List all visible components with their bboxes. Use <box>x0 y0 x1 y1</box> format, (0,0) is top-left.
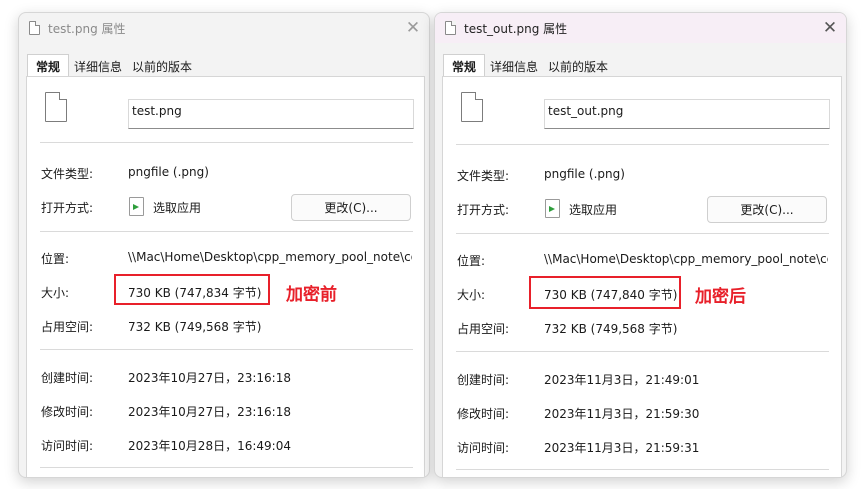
modified-value: 2023年10月27日，23:16:18 <box>128 405 291 419</box>
title-bar: test_out.png 属性 ✕ <box>435 13 846 43</box>
properties-dialog-left: test.png 属性 ✕ 常规 详细信息 以前的版本 文件类型: pngfil… <box>18 12 430 478</box>
size-on-disk-value: 732 KB (749,568 字节) <box>128 320 262 334</box>
accessed-label: 访问时间: <box>41 439 94 453</box>
annotation-before-encryption: 加密前 <box>286 285 337 305</box>
document-icon <box>29 21 40 35</box>
size-label: 大小: <box>457 288 486 302</box>
filename-input[interactable] <box>128 99 414 129</box>
app-launch-icon <box>129 197 144 216</box>
divider <box>40 231 413 232</box>
open-with-label: 打开方式: <box>457 203 510 217</box>
accessed-label: 访问时间: <box>457 441 510 455</box>
created-value: 2023年11月3日，21:49:01 <box>544 373 700 387</box>
size-on-disk-label: 占用空间: <box>41 320 94 334</box>
app-launch-icon <box>545 199 560 218</box>
divider <box>40 349 413 350</box>
properties-dialog-right: test_out.png 属性 ✕ 常规 详细信息 以前的版本 文件类型: pn… <box>434 12 847 478</box>
location-label: 位置: <box>41 252 70 266</box>
divider <box>40 467 413 468</box>
divider <box>40 142 413 143</box>
change-button[interactable]: 更改(C)... <box>291 194 411 221</box>
accessed-value: 2023年10月28日，16:49:04 <box>128 439 291 453</box>
close-button[interactable]: ✕ <box>818 16 842 40</box>
file-type-value: pngfile (.png) <box>128 165 209 179</box>
change-button[interactable]: 更改(C)... <box>707 196 827 223</box>
close-button[interactable]: ✕ <box>401 16 425 40</box>
file-type-value: pngfile (.png) <box>544 167 625 181</box>
open-with-app: 选取应用 <box>153 201 202 215</box>
size-on-disk-label: 占用空间: <box>457 322 510 336</box>
size-label: 大小: <box>41 286 70 300</box>
size-on-disk-value: 732 KB (749,568 字节) <box>544 322 678 336</box>
created-label: 创建时间: <box>41 371 94 385</box>
annotation-after-encryption: 加密后 <box>695 287 746 307</box>
file-type-label: 文件类型: <box>457 169 510 183</box>
window-title: test.png 属性 <box>48 21 126 36</box>
divider <box>456 469 829 470</box>
open-with-app: 选取应用 <box>569 203 618 217</box>
modified-label: 修改时间: <box>457 407 510 421</box>
size-highlight-box-left <box>114 274 270 305</box>
size-highlight-box-right <box>529 276 681 309</box>
location-value: \\Mac\Home\Desktop\cpp_memory_pool_note\… <box>544 252 828 266</box>
title-bar: test.png 属性 ✕ <box>19 13 429 43</box>
created-value: 2023年10月27日，23:16:18 <box>128 371 291 385</box>
divider <box>456 351 829 352</box>
document-icon <box>445 21 456 35</box>
modified-label: 修改时间: <box>41 405 94 419</box>
filename-input[interactable] <box>544 99 830 129</box>
divider <box>456 144 829 145</box>
file-type-label: 文件类型: <box>41 167 94 181</box>
divider <box>456 233 829 234</box>
accessed-value: 2023年11月3日，21:59:31 <box>544 441 700 455</box>
created-label: 创建时间: <box>457 373 510 387</box>
location-label: 位置: <box>457 254 486 268</box>
file-icon <box>45 92 67 122</box>
modified-value: 2023年11月3日，21:59:30 <box>544 407 700 421</box>
open-with-label: 打开方式: <box>41 201 94 215</box>
file-icon <box>461 92 483 122</box>
location-value: \\Mac\Home\Desktop\cpp_memory_pool_note\… <box>128 250 412 264</box>
window-title: test_out.png 属性 <box>464 21 568 36</box>
